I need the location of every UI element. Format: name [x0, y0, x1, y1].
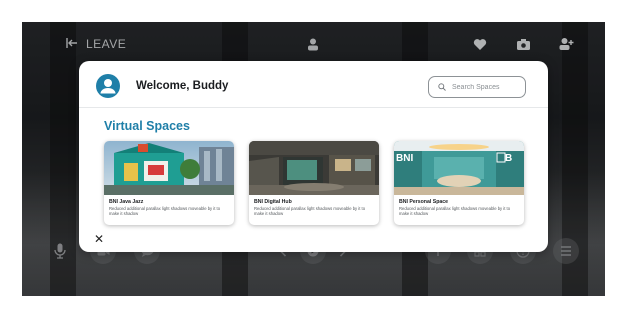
modal-header: Welcome, Buddy: [79, 61, 548, 108]
search-field[interactable]: [428, 76, 526, 98]
close-button[interactable]: ✕: [93, 233, 105, 245]
thumb-text-left: BNI: [396, 153, 413, 164]
space-card-description: Reduced additional parallax light shadow…: [109, 206, 221, 216]
space-thumbnail: [249, 141, 379, 195]
space-thumbnail: BNI B: [394, 141, 524, 195]
virtual-spaces-modal: Welcome, Buddy Virtual Spaces: [79, 61, 548, 252]
app-frame: LEAVE Welcome, Buddy Search Spaces Virtu…: [0, 0, 627, 312]
space-card-title: BNI Digital Hub: [254, 199, 292, 205]
space-card-description: Reduced additional parallax light shadow…: [254, 206, 366, 216]
welcome-text: Welcome, Buddy: [136, 80, 229, 92]
section-title: Virtual Spaces: [104, 119, 190, 133]
thumb-text-right: B: [505, 153, 512, 164]
space-card-description: Reduced additional parallax light shadow…: [399, 206, 511, 216]
space-card-digital-hub[interactable]: BNI Digital Hub Reduced additional paral…: [249, 141, 379, 225]
user-icon: [100, 79, 116, 94]
space-card-java-jazz[interactable]: BNI Java Jazz Reduced additional paralla…: [104, 141, 234, 225]
search-input[interactable]: [452, 83, 520, 91]
search-icon: [438, 78, 446, 96]
avatar[interactable]: [96, 74, 120, 98]
space-card-title: BNI Personal Space: [399, 199, 449, 205]
space-card-title: BNI Java Jazz: [109, 199, 144, 205]
space-thumbnail: [104, 141, 234, 195]
space-card-personal-space[interactable]: BNI B BNI Personal Space Reduced additio…: [394, 141, 524, 225]
close-icon: ✕: [93, 232, 105, 246]
